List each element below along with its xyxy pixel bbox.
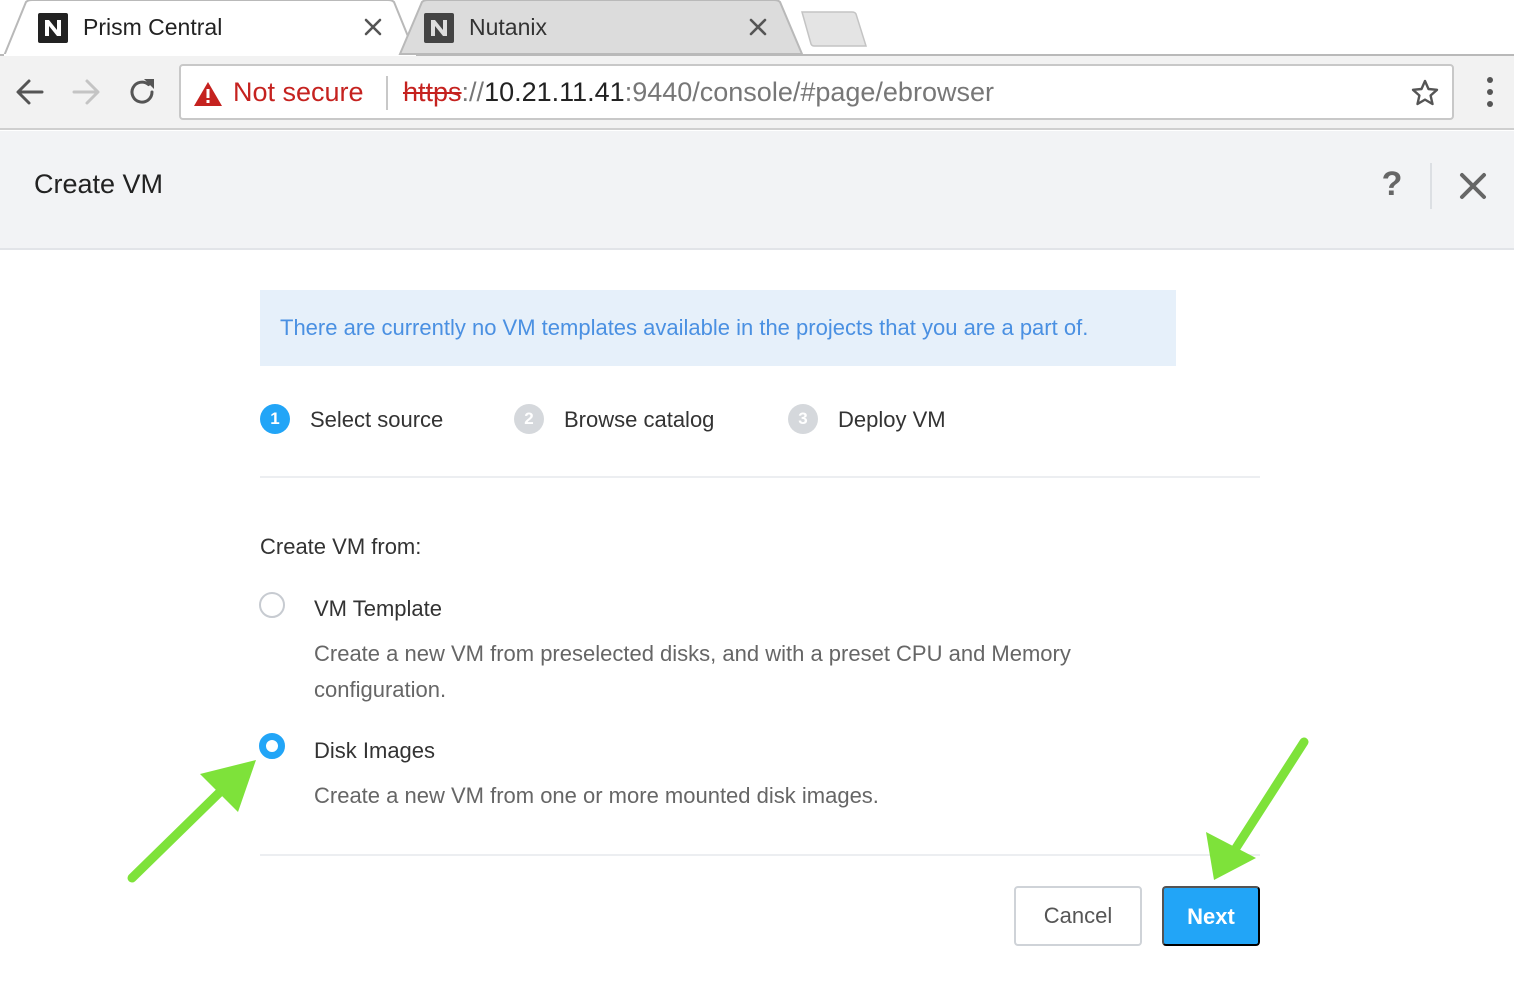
bookmark-star-icon[interactable] <box>1410 78 1440 108</box>
close-tab-icon[interactable] <box>745 14 771 40</box>
annotation-arrow-disk-images <box>127 760 256 883</box>
next-button[interactable]: Next <box>1162 886 1260 946</box>
steps-divider <box>260 476 1260 478</box>
tab-prism-central[interactable]: Prism Central <box>0 0 420 56</box>
info-banner-text: There are currently no VM templates avai… <box>280 315 1089 340</box>
browser-toolbar: Not secure https://10.21.11.41:9440/cons… <box>0 56 1514 130</box>
browser-menu-icon[interactable] <box>1478 76 1502 108</box>
nutanix-favicon-icon <box>424 13 454 43</box>
url-path: :9440/console/#page/ebrowser <box>624 77 994 107</box>
create-from-label: Create VM from: <box>260 534 422 559</box>
step-number-1: 1 <box>260 404 290 434</box>
radio-disk-images[interactable] <box>259 733 285 759</box>
new-tab-button[interactable] <box>800 10 868 48</box>
option-description-disk-images: Create a new VM from one or more mounted… <box>314 783 879 808</box>
dialog-title: Create VM <box>34 169 164 199</box>
tab-nutanix[interactable]: Nutanix <box>396 0 806 56</box>
not-secure-label[interactable]: Not secure <box>233 77 364 108</box>
back-arrow-icon[interactable] <box>12 74 48 110</box>
info-banner: There are currently no VM templates avai… <box>260 290 1176 366</box>
dialog-header: Create VM ? <box>0 131 1514 250</box>
close-tab-icon[interactable] <box>360 14 386 40</box>
radio-vm-template[interactable] <box>259 592 285 618</box>
cancel-button[interactable]: Cancel <box>1014 886 1142 946</box>
footer-divider <box>260 854 1260 856</box>
url-separator: :// <box>461 77 485 107</box>
step-label-browse-catalog: Browse catalog <box>564 407 715 432</box>
option-title-disk-images[interactable]: Disk Images <box>314 738 435 764</box>
tab-title: Nutanix <box>469 14 547 40</box>
forward-arrow-icon[interactable] <box>68 74 104 110</box>
header-separator <box>1430 163 1432 209</box>
url-host: 10.21.11.41 <box>484 77 625 107</box>
annotation-arrow-next <box>1206 737 1309 880</box>
step-number-3: 3 <box>788 404 818 434</box>
step-label-deploy-vm: Deploy VM <box>838 407 946 432</box>
address-bar[interactable]: Not secure https://10.21.11.41:9440/cons… <box>179 64 1454 120</box>
omnibox-separator <box>386 76 388 110</box>
reload-icon[interactable] <box>124 74 160 110</box>
step-number-2: 2 <box>514 404 544 434</box>
close-dialog-icon[interactable] <box>1458 171 1488 201</box>
tab-title: Prism Central <box>83 14 223 40</box>
option-description-vm-template: Create a new VM from preselected disks, … <box>314 641 1071 702</box>
nutanix-favicon-icon <box>38 13 68 43</box>
warning-icon <box>194 82 222 106</box>
url-text[interactable]: https://10.21.11.41:9440/console/#page/e… <box>403 77 994 108</box>
url-scheme: https <box>403 77 462 107</box>
browser-tab-strip: Prism Central Nutanix <box>0 0 1514 56</box>
step-label-select-source: Select source <box>310 407 444 432</box>
option-title-vm-template[interactable]: VM Template <box>314 596 442 622</box>
help-icon[interactable]: ? <box>1378 165 1406 204</box>
